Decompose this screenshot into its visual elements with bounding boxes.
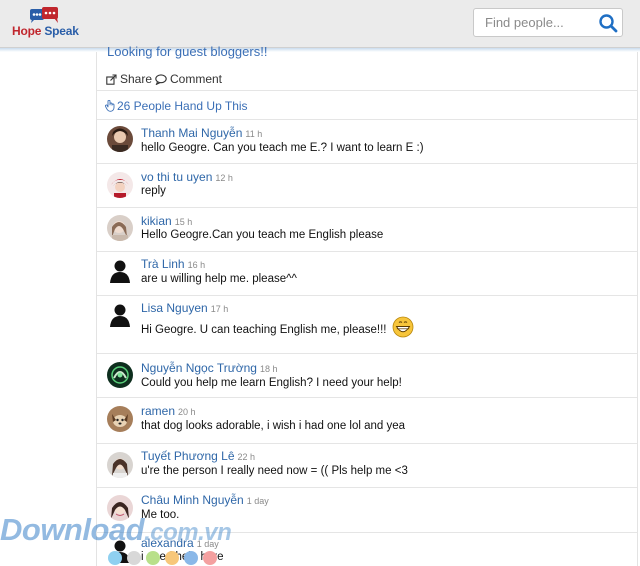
comment-item: Tuyết Phương Lê 22 h u're the person I re… <box>97 444 637 488</box>
comment-meta: ramen 20 h <box>141 404 196 418</box>
comment-time: 17 h <box>210 304 229 314</box>
comment-item: Thanh Mai Nguyễn 11 h hello Geogre. Can y… <box>97 120 637 164</box>
silhouette-icon <box>110 304 130 327</box>
avatar[interactable] <box>107 126 133 152</box>
comment-meta: vo thi tu uyen 12 h <box>141 170 233 184</box>
comment-author[interactable]: Châu Minh Nguyễn <box>141 493 244 507</box>
comment-text: Hi Geogre. U can teaching English me, pl… <box>141 324 387 337</box>
search-icon[interactable] <box>598 13 618 33</box>
comment-text: Could you help me learn English? I need … <box>141 377 402 389</box>
watermark-dots <box>108 551 217 565</box>
comment-time: 12 h <box>215 173 233 183</box>
comment-time: 11 h <box>245 129 263 139</box>
comment-text: reply <box>141 185 166 197</box>
watermark-dot <box>127 551 141 565</box>
logo-chat-bubbles-icon <box>30 7 58 23</box>
comment-button[interactable]: Comment <box>155 72 222 86</box>
share-button[interactable]: Share <box>106 72 152 86</box>
comment-meta: Trà Linh 16 h <box>141 257 205 271</box>
comment-text: are u willing help me. please^^ <box>141 273 297 285</box>
comment-text-row: Hi Geogre. U can teaching English me, pl… <box>141 316 414 338</box>
comment-text: Hello Geogre.Can you teach me English pl… <box>141 229 384 241</box>
watermark-main: Download <box>0 512 145 547</box>
comment-time: 16 h <box>187 260 206 270</box>
comment-author[interactable]: ramen <box>141 404 175 418</box>
logo-speak: Speak <box>44 24 79 38</box>
comment-time: 18 h <box>259 364 278 374</box>
logo-text: Hope Speak <box>12 24 79 38</box>
comment-item: Trà Linh 16 h are u willing help me. plea… <box>97 252 637 296</box>
comment-item: Nguyễn Ngọc Trường 18 h Could you help me… <box>97 354 637 398</box>
search-input[interactable] <box>474 9 598 36</box>
comment-item: kikian 15 h Hello Geogre.Can you teach me… <box>97 208 637 252</box>
watermark-dot <box>165 551 179 565</box>
comment-text: u're the person I really need now = (( P… <box>141 465 408 477</box>
comment-author[interactable]: vo thi tu uyen <box>141 170 212 184</box>
avatar[interactable] <box>107 172 133 198</box>
post-actions: Share Comment <box>97 66 637 91</box>
hand-up-count: 26 People Hand Up This <box>117 99 248 113</box>
comment-item: vo thi tu uyen 12 h reply <box>97 164 637 208</box>
top-bar: Hope Speak <box>0 0 640 48</box>
watermark-dot <box>146 551 160 565</box>
comment-time: 20 h <box>178 407 196 417</box>
comment-list: Thanh Mai Nguyễn 11 h hello Geogre. Can y… <box>97 120 637 566</box>
avatar[interactable] <box>107 452 133 478</box>
comment-meta: Lisa Nguyen 17 h <box>141 301 228 315</box>
comment-item: ramen 20 h that dog looks adorable, i wis… <box>97 398 637 444</box>
avatar[interactable] <box>107 215 133 241</box>
avatar[interactable] <box>107 362 133 388</box>
logo[interactable]: Hope Speak <box>12 7 96 40</box>
comment-author[interactable]: Tuyết Phương Lê <box>141 449 235 463</box>
post-title[interactable]: Looking for guest bloggers!! <box>107 44 267 59</box>
comment-author[interactable]: Trà Linh <box>141 257 185 271</box>
comment-author[interactable]: Thanh Mai Nguyễn <box>141 126 242 140</box>
comment-meta: Nguyễn Ngọc Trường 18 h <box>141 361 278 375</box>
grin-emoji-icon <box>392 316 414 338</box>
watermark-dot <box>203 551 217 565</box>
hand-pointer-icon <box>105 100 115 112</box>
avatar[interactable] <box>107 406 133 432</box>
comment-text: hello Geogre. Can you teach me E.? I wan… <box>141 142 424 154</box>
comment-time: 22 h <box>237 452 256 462</box>
share-label: Share <box>120 72 153 86</box>
post-column: Looking for guest bloggers!! Share Comme… <box>96 44 638 566</box>
comment-text: that dog looks adorable, i wish i had on… <box>141 420 406 432</box>
comment-item: Lisa Nguyen 17 h Hi Geogre. U can teachin… <box>97 296 637 354</box>
comment-label: Comment <box>170 72 223 86</box>
watermark: Download.com.vn <box>0 512 232 548</box>
avatar[interactable] <box>107 302 133 328</box>
comment-time: 1 day <box>246 496 269 506</box>
comment-meta: Thanh Mai Nguyễn 11 h <box>141 126 262 140</box>
share-icon <box>106 73 117 85</box>
logo-hope: Hope <box>12 24 42 38</box>
comment-meta: Tuyết Phương Lê 22 h <box>141 449 255 463</box>
comment-icon <box>155 73 167 85</box>
comment-author[interactable]: Lisa Nguyen <box>141 301 208 315</box>
silhouette-icon <box>110 260 130 283</box>
watermark-domain: .com.vn <box>144 519 232 546</box>
comment-time: 15 h <box>174 217 193 227</box>
hand-up-link[interactable]: 26 People Hand Up This <box>105 99 248 113</box>
watermark-dot <box>108 551 122 565</box>
comment-meta: kikian 15 h <box>141 214 192 228</box>
watermark-dot <box>184 551 198 565</box>
search-box <box>473 8 623 37</box>
comment-author[interactable]: kikian <box>141 214 172 228</box>
comment-author[interactable]: Nguyễn Ngọc Trường <box>141 361 257 375</box>
avatar[interactable] <box>107 258 133 284</box>
comment-meta: Châu Minh Nguyễn 1 day <box>141 493 269 507</box>
hand-up-bar: 26 People Hand Up This <box>97 92 637 120</box>
